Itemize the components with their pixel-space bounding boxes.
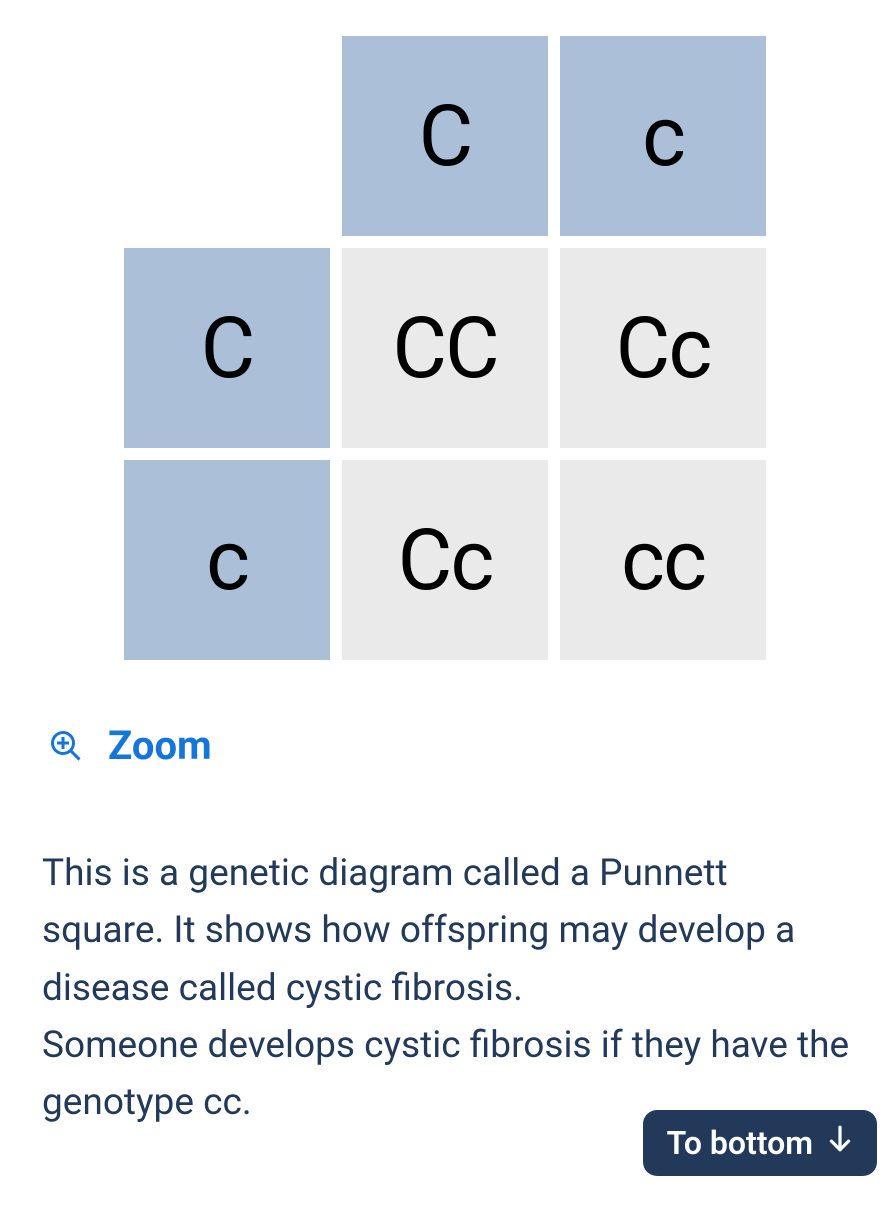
description-paragraph-1: This is a genetic diagram called a Punne… (42, 845, 850, 1017)
punnett-result-1-2: Cc (560, 248, 766, 448)
description-text: This is a genetic diagram called a Punne… (42, 845, 850, 1132)
punnett-top-allele-2: c (560, 36, 766, 236)
punnett-result-1-1: CC (342, 248, 548, 448)
zoom-label: Zoom (108, 722, 212, 769)
punnett-empty-corner (124, 36, 330, 236)
punnett-left-allele-2: c (124, 460, 330, 660)
punnett-square: C c C CC Cc c Cc cc (124, 36, 768, 660)
zoom-button[interactable]: Zoom (48, 722, 892, 769)
to-bottom-label: To bottom (667, 1124, 813, 1162)
to-bottom-button[interactable]: To bottom (643, 1110, 877, 1176)
arrow-down-icon (827, 1124, 853, 1162)
punnett-left-allele-1: C (124, 248, 330, 448)
punnett-top-allele-1: C (342, 36, 548, 236)
zoom-in-icon (48, 728, 84, 764)
punnett-grid: C c C CC Cc c Cc cc (124, 36, 768, 660)
punnett-result-2-1: Cc (342, 460, 548, 660)
punnett-result-2-2: cc (560, 460, 766, 660)
